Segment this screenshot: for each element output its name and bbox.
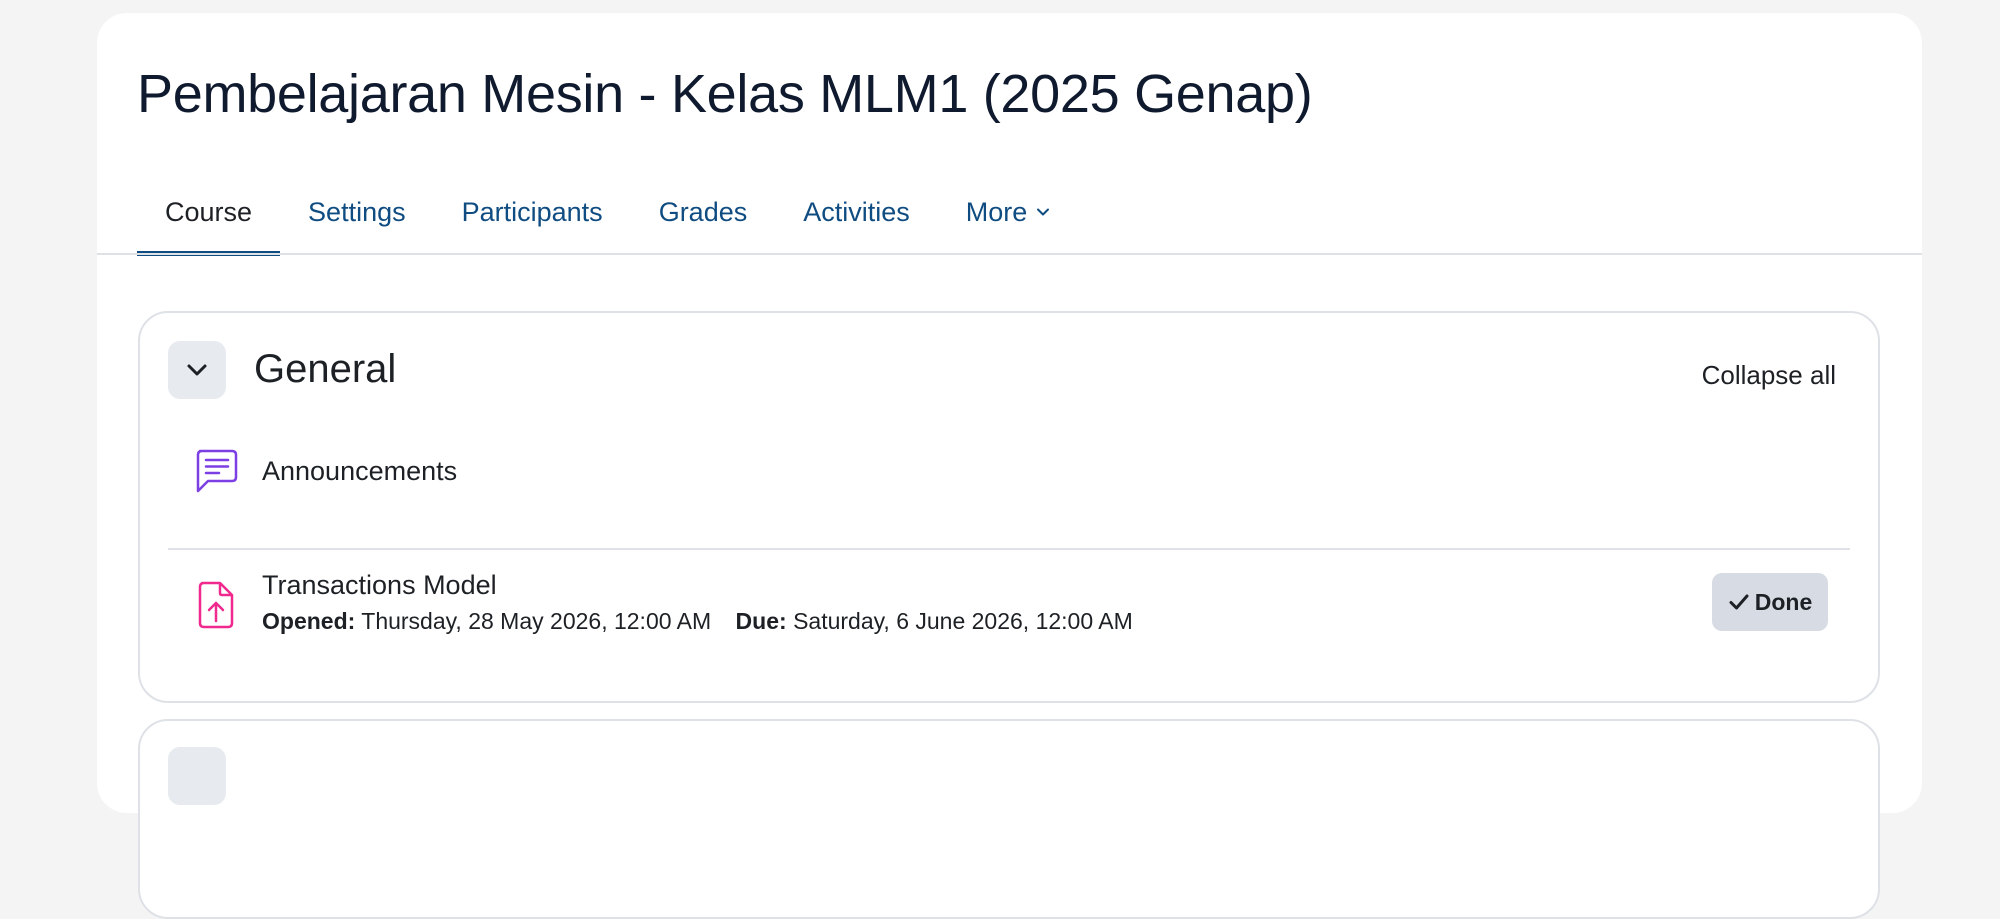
check-icon (1729, 594, 1749, 610)
section-title: General (254, 347, 397, 391)
collapse-all-link[interactable]: Collapse all (1702, 357, 1836, 393)
course-page: Pembelajaran Mesin - Kelas MLM1 (2025 Ge… (97, 13, 1922, 919)
page-title: Pembelajaran Mesin - Kelas MLM1 (2025 Ge… (137, 64, 1313, 124)
section-next (138, 719, 1880, 919)
tab-course-label: Course (165, 197, 253, 227)
tab-more-menu[interactable]: More (938, 173, 1080, 253)
section-collapse-toggle[interactable] (168, 747, 226, 805)
tab-settings-label: Settings (308, 197, 406, 227)
tab-grades-label: Grades (658, 197, 748, 227)
tab-settings[interactable]: Settings (280, 173, 434, 253)
opened-date: Thursday, 28 May 2026, 12:00 AM (361, 608, 712, 634)
section-collapse-toggle[interactable] (168, 341, 226, 399)
activity-transactions-model: Transactions Model Opened: Thursday, 28 … (168, 545, 1850, 675)
done-label: Done (1754, 588, 1813, 615)
tab-activities[interactable]: Activities (775, 173, 938, 253)
activity-link-transactions-model[interactable]: Transactions Model (262, 567, 497, 603)
due-label: Due: (735, 608, 787, 634)
due-date: Saturday, 6 June 2026, 12:00 AM (793, 608, 1133, 634)
tab-participants-label: Participants (461, 197, 603, 227)
tab-more-label: More (965, 197, 1028, 227)
tabs-divider (97, 253, 1922, 255)
tab-participants[interactable]: Participants (434, 173, 631, 253)
tab-course[interactable]: Course (137, 173, 281, 256)
tab-grades[interactable]: Grades (631, 173, 776, 253)
opened-label: Opened: (262, 608, 356, 634)
activity-announcements: Announcements (168, 421, 1850, 543)
completion-done-button[interactable]: Done (1712, 573, 1828, 631)
activity-dates: Opened: Thursday, 28 May 2026, 12:00 AM … (262, 605, 1133, 637)
course-nav-tabs: Course Settings Participants Grades Acti… (137, 173, 1080, 256)
chevron-down-icon (1037, 208, 1050, 216)
chevron-down-icon (187, 364, 207, 376)
assignment-upload-icon (198, 581, 234, 629)
forum-icon (196, 449, 238, 493)
section-general: General Collapse all Announcements Trans… (138, 311, 1880, 703)
tab-activities-label: Activities (803, 197, 910, 227)
activity-link-announcements[interactable]: Announcements (262, 453, 457, 489)
